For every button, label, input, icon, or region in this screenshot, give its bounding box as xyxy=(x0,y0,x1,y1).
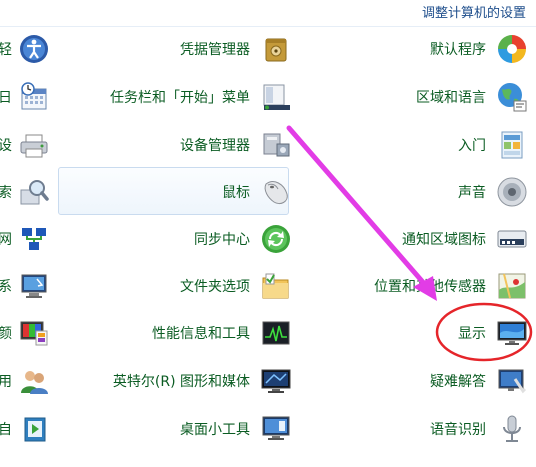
sound-icon xyxy=(497,177,527,207)
cp-item-troubleshooting[interactable]: 疑难解答 xyxy=(296,358,536,404)
item-label: 鼠标 xyxy=(222,185,250,201)
cp-item-ease-of-access[interactable]: 轻 xyxy=(0,26,58,72)
performance-tools-icon xyxy=(262,321,290,345)
color-management-icon xyxy=(20,321,48,346)
item-label: 桌面小工具 xyxy=(180,422,250,438)
speech-recognition-icon xyxy=(503,415,521,442)
sync-center-icon xyxy=(262,225,290,253)
cp-item-system[interactable]: 系 xyxy=(0,263,58,309)
indexing-options-icon xyxy=(20,180,49,205)
cp-item-folder-options[interactable]: 文件夹选项 xyxy=(58,263,296,309)
item-label: 默认程序 xyxy=(430,42,486,58)
region-language-icon xyxy=(498,83,527,112)
item-label: 用 xyxy=(0,374,12,390)
cp-item-mouse[interactable]: 鼠标 xyxy=(58,169,296,215)
header-title: 调整计算机的设置 xyxy=(421,6,526,21)
taskbar-start-menu-icon xyxy=(263,84,290,110)
cp-item-location-sensors[interactable]: 位置和其他传感器 xyxy=(296,263,536,309)
cp-item-credential-manager[interactable]: 凭据管理器 xyxy=(58,26,296,72)
item-label: 位置和其他传感器 xyxy=(374,279,486,295)
item-label: 通知区域图标 xyxy=(402,232,486,248)
item-label: 颜 xyxy=(0,326,12,342)
item-label: 文件夹选项 xyxy=(180,279,250,295)
item-label: 自 xyxy=(0,422,12,438)
getting-started-icon xyxy=(501,131,523,159)
cp-item-autoplay[interactable]: 自 xyxy=(0,406,58,452)
item-label: 入门 xyxy=(458,138,486,154)
notification-area-icon xyxy=(497,230,527,248)
cp-item-desktop-gadgets[interactable]: 桌面小工具 xyxy=(58,406,296,452)
ease-of-access-icon xyxy=(20,35,48,63)
cp-item-indexing[interactable]: 索 xyxy=(0,169,58,215)
item-label: 凭据管理器 xyxy=(180,42,250,58)
item-label: 设备管理器 xyxy=(180,138,250,154)
item-label: 设 xyxy=(0,138,12,154)
cp-item-color-management[interactable]: 颜 xyxy=(0,310,58,356)
item-label: 区域和语言 xyxy=(416,90,486,106)
item-label: 英特尔(R) 图形和媒体 xyxy=(112,374,250,390)
credential-manager-icon xyxy=(265,38,287,62)
devices-printers-icon xyxy=(20,134,48,158)
item-label: 日 xyxy=(0,90,12,106)
troubleshooting-icon xyxy=(498,369,527,394)
cp-item-getting-started[interactable]: 入门 xyxy=(296,122,536,168)
desktop-gadgets-icon xyxy=(262,416,290,440)
item-label: 索 xyxy=(0,185,12,201)
autoplay-icon xyxy=(24,417,46,442)
item-label: 轻 xyxy=(0,42,12,58)
cp-item-intel-graphics[interactable]: 英特尔(R) 图形和媒体 xyxy=(58,358,296,404)
cp-item-speech-recognition[interactable]: 语音识别 xyxy=(296,406,536,452)
item-label: 声音 xyxy=(458,185,486,201)
item-label: 网 xyxy=(0,232,12,248)
location-sensors-icon xyxy=(498,273,526,299)
item-label: 性能信息和工具 xyxy=(152,326,250,342)
display-icon xyxy=(497,321,527,345)
cp-item-region-language[interactable]: 区域和语言 xyxy=(296,74,536,120)
default-programs-icon xyxy=(498,35,526,63)
cp-item-sync-center[interactable]: 同步中心 xyxy=(58,216,296,262)
cp-item-device-manager[interactable]: 设备管理器 xyxy=(58,122,296,168)
cp-item-default-programs[interactable]: 默认程序 xyxy=(296,26,536,72)
cp-item-taskbar-start-menu[interactable]: 任务栏和「开始」菜单 xyxy=(58,74,296,120)
intel-graphics-icon xyxy=(261,369,291,393)
folder-options-icon xyxy=(262,273,289,299)
cp-item-sound[interactable]: 声音 xyxy=(296,169,536,215)
item-label: 疑难解答 xyxy=(430,374,486,390)
network-sharing-icon xyxy=(22,228,46,250)
date-time-icon xyxy=(21,82,47,110)
user-accounts-icon xyxy=(21,371,48,394)
device-manager-icon xyxy=(263,133,290,157)
cp-item-date-time[interactable]: 日 xyxy=(0,74,58,120)
cp-item-display[interactable]: 显示 xyxy=(296,310,536,356)
item-label: 系 xyxy=(0,279,12,295)
cp-item-network[interactable]: 网 xyxy=(0,216,58,262)
item-label: 语音识别 xyxy=(430,422,486,438)
cp-item-performance-tools[interactable]: 性能信息和工具 xyxy=(58,310,296,356)
item-label: 任务栏和「开始」菜单 xyxy=(110,90,250,106)
cp-item-user-accounts[interactable]: 用 xyxy=(0,358,58,404)
cp-item-notification-area[interactable]: 通知区域图标 xyxy=(296,216,536,262)
mouse-icon xyxy=(264,181,288,205)
item-label: 显示 xyxy=(458,326,486,342)
item-label: 同步中心 xyxy=(194,232,250,248)
system-icon xyxy=(21,274,47,298)
cp-item-devices-printers[interactable]: 设 xyxy=(0,122,58,168)
